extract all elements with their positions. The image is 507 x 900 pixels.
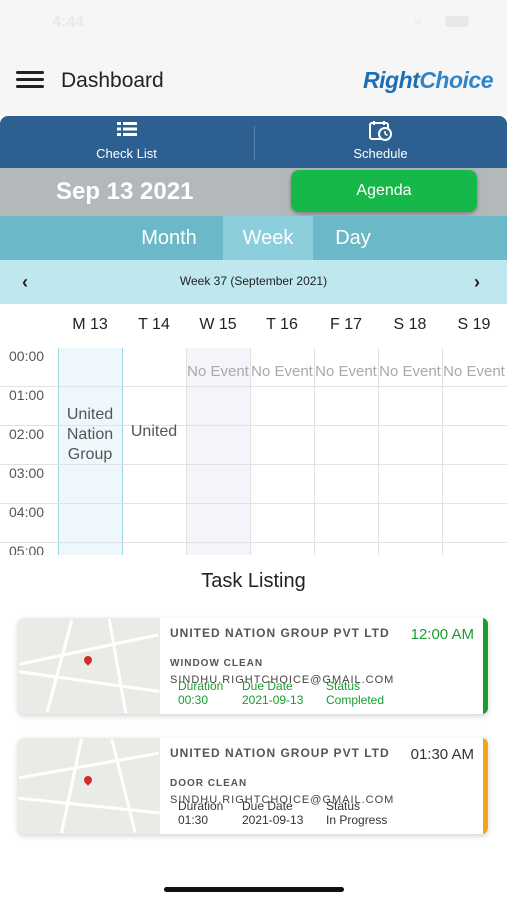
status-accent-bar (483, 738, 488, 834)
map-pin-icon (82, 654, 94, 666)
task-due-date: Due Date 2021-09-13 (242, 799, 304, 827)
no-event-label: No Event (443, 363, 505, 380)
tab-check-list[interactable]: Check List (0, 116, 253, 168)
day-header[interactable]: M 13 (58, 316, 122, 334)
calendar-event[interactable]: United (122, 422, 186, 442)
no-event-label: No Event (315, 363, 377, 380)
day-header[interactable]: S 18 (378, 316, 442, 334)
view-mode-month[interactable]: Month (120, 216, 218, 260)
view-mode-week[interactable]: Week (223, 216, 313, 260)
no-event-label: No Event (379, 363, 441, 380)
task-name: DOOR CLEAN (170, 778, 248, 789)
time-label: 02:00 (9, 426, 45, 442)
calendar-clock-icon (368, 120, 394, 147)
time-label: 01:00 (9, 387, 45, 403)
map-thumbnail (18, 618, 160, 714)
map-thumbnail (18, 738, 160, 834)
brand-logo: RightChoice (363, 67, 493, 93)
time-label: 04:00 (9, 504, 45, 520)
task-company: UNITED NATION GROUP PVT LTD (170, 626, 390, 640)
task-status: Status In Progress (326, 799, 388, 827)
home-indicator (164, 887, 344, 892)
no-event-label: No Event (187, 363, 249, 380)
day-header[interactable]: F 17 (314, 316, 378, 334)
top-tab-bar: Check List Schedule (0, 116, 507, 168)
task-due-date: Due Date 2021-09-13 (242, 679, 304, 707)
time-label: 03:00 (9, 465, 45, 481)
task-time: 12:00 AM (410, 626, 474, 643)
task-status: Status Completed (326, 679, 385, 707)
task-card[interactable]: UNITED NATION GROUP PVT LTD WINDOW CLEAN… (18, 618, 488, 714)
view-mode-day[interactable]: Day (313, 216, 393, 260)
tab-label: Schedule (353, 146, 408, 161)
day-header[interactable]: T 14 (122, 316, 186, 334)
wifi-icon: ≈ (414, 13, 422, 29)
status-bar: 4:44 ≈ (0, 0, 507, 44)
task-card[interactable]: UNITED NATION GROUP PVT LTD DOOR CLEAN S… (18, 738, 488, 834)
chevron-right-icon[interactable]: › (474, 272, 480, 293)
task-duration: Duration 00:30 (178, 679, 224, 707)
week-navigator: ‹ Week 37 (September 2021) › (0, 260, 507, 304)
map-pin-icon (82, 774, 94, 786)
task-duration: Duration 01:30 (178, 799, 224, 827)
week-label: Week 37 (September 2021) (179, 274, 328, 288)
day-header[interactable]: S 19 (442, 316, 506, 334)
app-bar: Dashboard RightChoice (0, 44, 507, 116)
view-mode-selector: Month Week Day (0, 216, 507, 260)
selected-date: Sep 13 2021 (56, 178, 194, 205)
agenda-button[interactable]: Agenda (291, 170, 477, 212)
checklist-icon (116, 120, 138, 143)
hamburger-icon[interactable] (16, 71, 44, 89)
task-time: 01:30 AM (410, 746, 474, 763)
status-time: 4:44 (52, 14, 85, 31)
time-label: 05:00 (9, 543, 45, 555)
task-listing-title: Task Listing (201, 570, 306, 592)
calendar-event[interactable]: United Nation Group (58, 405, 122, 465)
task-name: WINDOW CLEAN (170, 658, 264, 669)
no-event-label: No Event (251, 363, 313, 380)
week-day-header: M 13 T 14 W 15 T 16 F 17 S 18 S 19 (0, 304, 507, 349)
tab-schedule[interactable]: Schedule (254, 116, 507, 168)
day-header[interactable]: T 16 (250, 316, 314, 334)
task-company: UNITED NATION GROUP PVT LTD (170, 746, 390, 760)
battery-icon (445, 16, 469, 27)
week-calendar-grid[interactable]: 00:00 01:00 02:00 03:00 04:00 05:00 Unit… (0, 348, 507, 555)
page-title: Dashboard (61, 69, 164, 92)
tab-label: Check List (96, 146, 157, 161)
time-label: 00:00 (9, 348, 45, 364)
status-accent-bar (483, 618, 488, 714)
day-header[interactable]: W 15 (186, 316, 250, 334)
